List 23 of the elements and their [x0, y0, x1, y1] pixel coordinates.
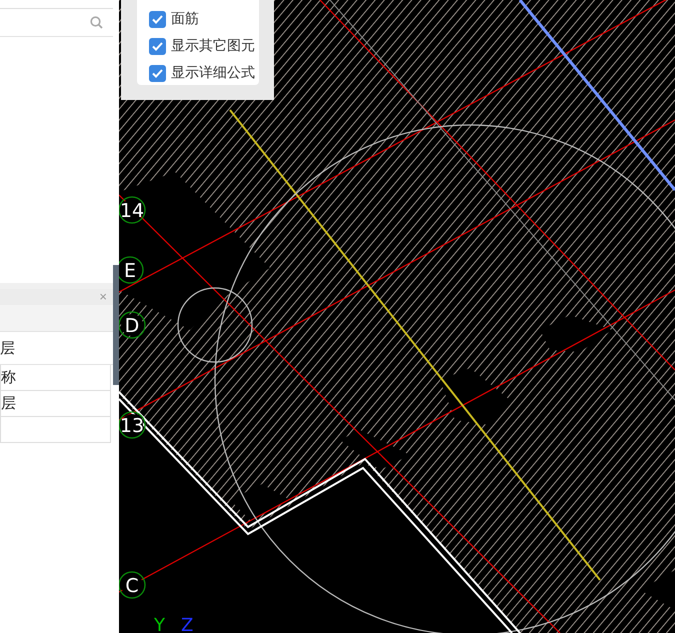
option-label: 显示详细公式 [171, 64, 255, 82]
search-icon [90, 16, 103, 29]
option-label: 显示其它图元 [171, 37, 255, 55]
check-icon [152, 14, 163, 24]
grid-axis-label: C [119, 571, 146, 599]
grid-axis-label: E [119, 256, 144, 284]
checkbox[interactable] [149, 38, 166, 54]
option-label: 面筋 [171, 10, 199, 28]
check-icon [152, 42, 163, 50]
grid-axis-label: 13 [119, 411, 146, 439]
grid-axis-label: D [119, 311, 146, 339]
checkbox[interactable] [149, 64, 166, 82]
axis-label: Y [154, 615, 165, 633]
check-icon [152, 68, 163, 78]
option-checkbox[interactable]: 显示详细公式 [149, 64, 259, 82]
grid-axis-label: 14 [119, 196, 146, 224]
option-checkbox[interactable]: 显示其它图元 [149, 37, 259, 55]
scrollbar[interactable] [113, 265, 119, 385]
axis-label: Z [181, 615, 194, 633]
property-row: 称 [0, 365, 111, 391]
option-checkbox[interactable]: 面筋 [149, 10, 259, 28]
property-row: 层 [0, 391, 111, 417]
checkbox[interactable] [149, 10, 166, 28]
